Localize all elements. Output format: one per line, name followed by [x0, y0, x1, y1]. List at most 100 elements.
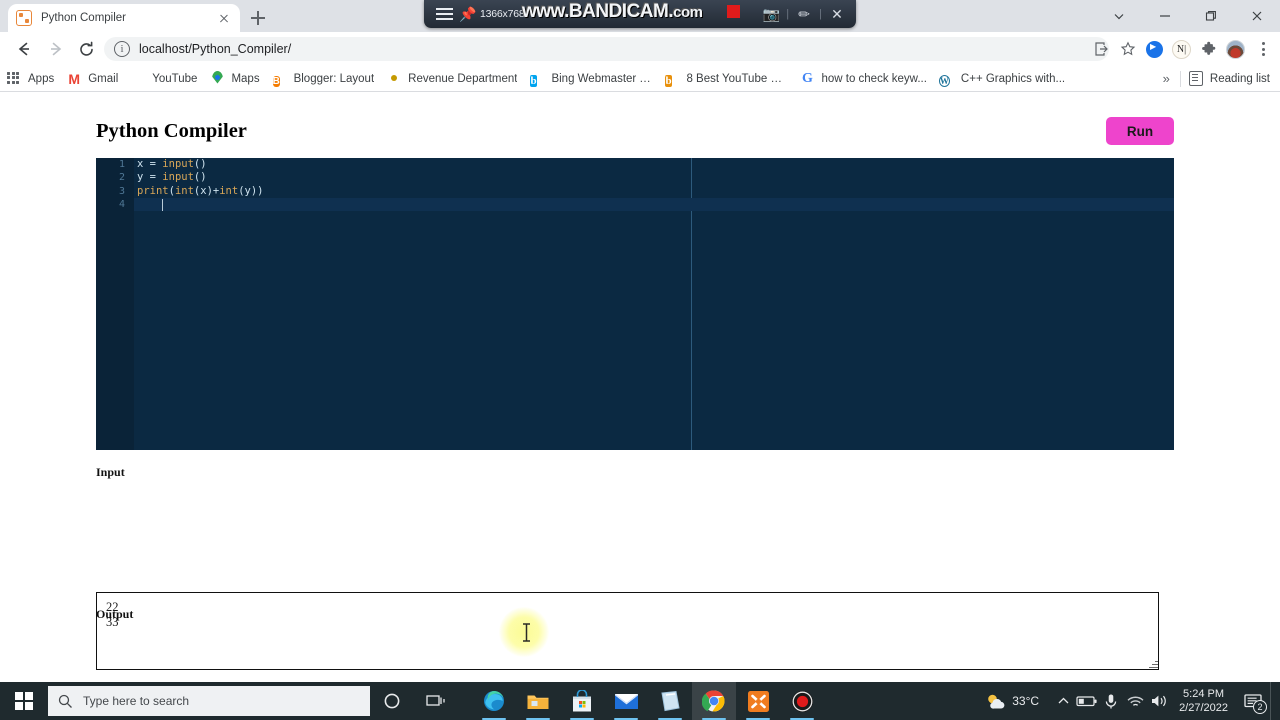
close-icon[interactable] [216, 10, 232, 26]
task-view-icon[interactable] [414, 682, 458, 720]
n-extension-icon[interactable]: N| [1168, 36, 1195, 63]
recording-indicator [727, 5, 740, 18]
bandicam-icon[interactable] [780, 682, 824, 720]
share-icon[interactable] [1087, 36, 1114, 63]
bookmark-label: Bing Webmaster To... [551, 72, 653, 85]
editor-line-number-gutter: 1 2 3 4 [96, 158, 134, 450]
battery-icon[interactable] [1075, 682, 1099, 720]
bookmark-label: Revenue Department [408, 72, 518, 85]
notification-icon[interactable]: 2 [1236, 682, 1270, 720]
reload-button[interactable] [73, 36, 99, 62]
run-button[interactable]: Run [1106, 117, 1174, 145]
bookmark-star-icon[interactable] [1114, 36, 1141, 63]
forward-button[interactable] [44, 36, 70, 62]
address-bar[interactable]: i localhost/Python_Compiler/ [104, 37, 1109, 61]
app-header: Python Compiler Run [96, 117, 1174, 145]
chevron-double-right-icon[interactable]: » [1153, 71, 1180, 86]
site-info-icon[interactable]: i [114, 41, 130, 57]
bookmark-gmail[interactable]: M Gmail [60, 69, 124, 89]
code-editor[interactable]: 1 2 3 4 x = input() y = input() print(in… [96, 158, 1174, 450]
gmail-icon: M [68, 70, 81, 87]
chrome-menu-icon[interactable] [1249, 36, 1276, 63]
bandicam-watermark: www.BANDICAM.com [522, 1, 703, 23]
weather-sun-cloud-icon[interactable] [984, 682, 1008, 720]
bookmark-bing-webmaster[interactable]: b Bing Webmaster To... [523, 69, 658, 89]
chevron-down-icon[interactable] [1096, 0, 1142, 32]
pin-icon[interactable]: 📌 [458, 7, 478, 21]
search-icon [58, 694, 72, 708]
code-line: y = input() [137, 171, 207, 184]
bookmark-apps[interactable]: Apps [0, 69, 60, 89]
input-textarea[interactable] [96, 592, 1159, 670]
bookmark-check-keyword[interactable]: G how to check keyw... [793, 69, 932, 89]
minimize-icon[interactable] [1142, 0, 1188, 32]
bookmarks-overflow: » Reading list [1153, 70, 1280, 87]
bookmark-label: Blogger: Layout [293, 72, 375, 85]
maximize-icon[interactable] [1188, 0, 1234, 32]
divider: | [786, 8, 790, 20]
pencil-icon[interactable]: ✏ [791, 6, 817, 23]
extensions-puzzle-icon[interactable] [1195, 36, 1222, 63]
tab-title: Python Compiler [41, 12, 127, 24]
taskbar-search-input[interactable]: Type here to search [48, 686, 370, 716]
url-text: localhost/Python_Compiler/ [139, 42, 292, 56]
edge-icon[interactable] [472, 682, 516, 720]
bookmark-youtube-keyword[interactable]: b 8 Best YouTube Key... [658, 69, 793, 89]
code-line: x = input() [137, 158, 207, 170]
show-desktop-button[interactable] [1270, 682, 1276, 720]
code-line-active [134, 197, 1174, 212]
profile-avatar[interactable] [1222, 36, 1249, 63]
clock-time: 5:24 PM [1183, 688, 1225, 700]
code-line: print(int(x)+int(y)) [137, 184, 264, 197]
reading-list-icon [1188, 71, 1203, 86]
output-label: Output [96, 607, 134, 621]
watermark-lower: com [673, 4, 703, 21]
bookmark-youtube[interactable]: YouTube [124, 69, 203, 89]
reading-list-button[interactable]: Reading list [1181, 71, 1280, 86]
bookmark-label: Gmail [88, 72, 119, 85]
windows-start-icon[interactable] [0, 682, 48, 720]
bing-orange-icon: b [665, 74, 672, 87]
temperature-label: 33°C [1012, 694, 1040, 708]
file-explorer-icon[interactable] [516, 682, 560, 720]
back-button[interactable] [10, 36, 36, 62]
blue-profile-icon[interactable] [1141, 36, 1168, 63]
line-number: 1 [118, 159, 125, 170]
window-controls [1096, 0, 1280, 32]
recording-resolution: 1366x768 [480, 8, 525, 20]
volume-icon[interactable] [1147, 682, 1171, 720]
browser-tab[interactable]: Python Compiler [8, 4, 240, 32]
close-icon[interactable] [1234, 0, 1280, 32]
xampp-icon[interactable] [736, 682, 780, 720]
close-icon[interactable]: ✕ [824, 6, 850, 23]
sticky-notes-icon[interactable] [648, 682, 692, 720]
chrome-icon[interactable] [692, 682, 736, 720]
editor-code-area[interactable]: x = input() y = input() print(int(x)+int… [134, 158, 1174, 450]
cortana-circle-icon[interactable] [370, 682, 414, 720]
bookmark-label: YouTube [152, 72, 198, 85]
taskbar-clock[interactable]: 5:24 PM 2/27/2022 [1171, 687, 1236, 715]
menu-icon[interactable] [432, 7, 458, 21]
microsoft-store-icon[interactable] [560, 682, 604, 720]
new-tab-button[interactable] [246, 6, 270, 30]
chevron-up-icon[interactable] [1051, 682, 1075, 720]
page-title: Python Compiler [96, 119, 247, 142]
mail-icon[interactable] [604, 682, 648, 720]
system-tray: 33°C 5:24 PM 2/27/2022 2 [984, 682, 1280, 720]
n-extension-label: N| [1172, 39, 1191, 59]
divider: | [819, 8, 822, 20]
line-number: 3 [118, 185, 125, 197]
bookmark-maps[interactable]: Maps [203, 69, 265, 89]
bookmarks-bar: Apps M Gmail YouTube Maps B Blogger: Lay… [0, 66, 1280, 92]
notification-count: 2 [1253, 700, 1267, 714]
bookmark-revenue-department[interactable]: Revenue Department [380, 69, 523, 89]
wifi-icon[interactable] [1123, 682, 1147, 720]
bookmark-blogger[interactable]: B Blogger: Layout [266, 69, 381, 89]
camera-icon[interactable]: 📷 [758, 6, 784, 23]
bandicam-actions: 📷 | ✏ | ✕ [758, 0, 850, 28]
clock-date: 2/27/2022 [1179, 702, 1228, 714]
line-number: 2 [118, 172, 125, 184]
bookmark-cpp-graphics[interactable]: W C++ Graphics with... [933, 69, 1071, 89]
mic-icon[interactable] [1099, 682, 1123, 720]
youtube-icon [130, 71, 146, 87]
